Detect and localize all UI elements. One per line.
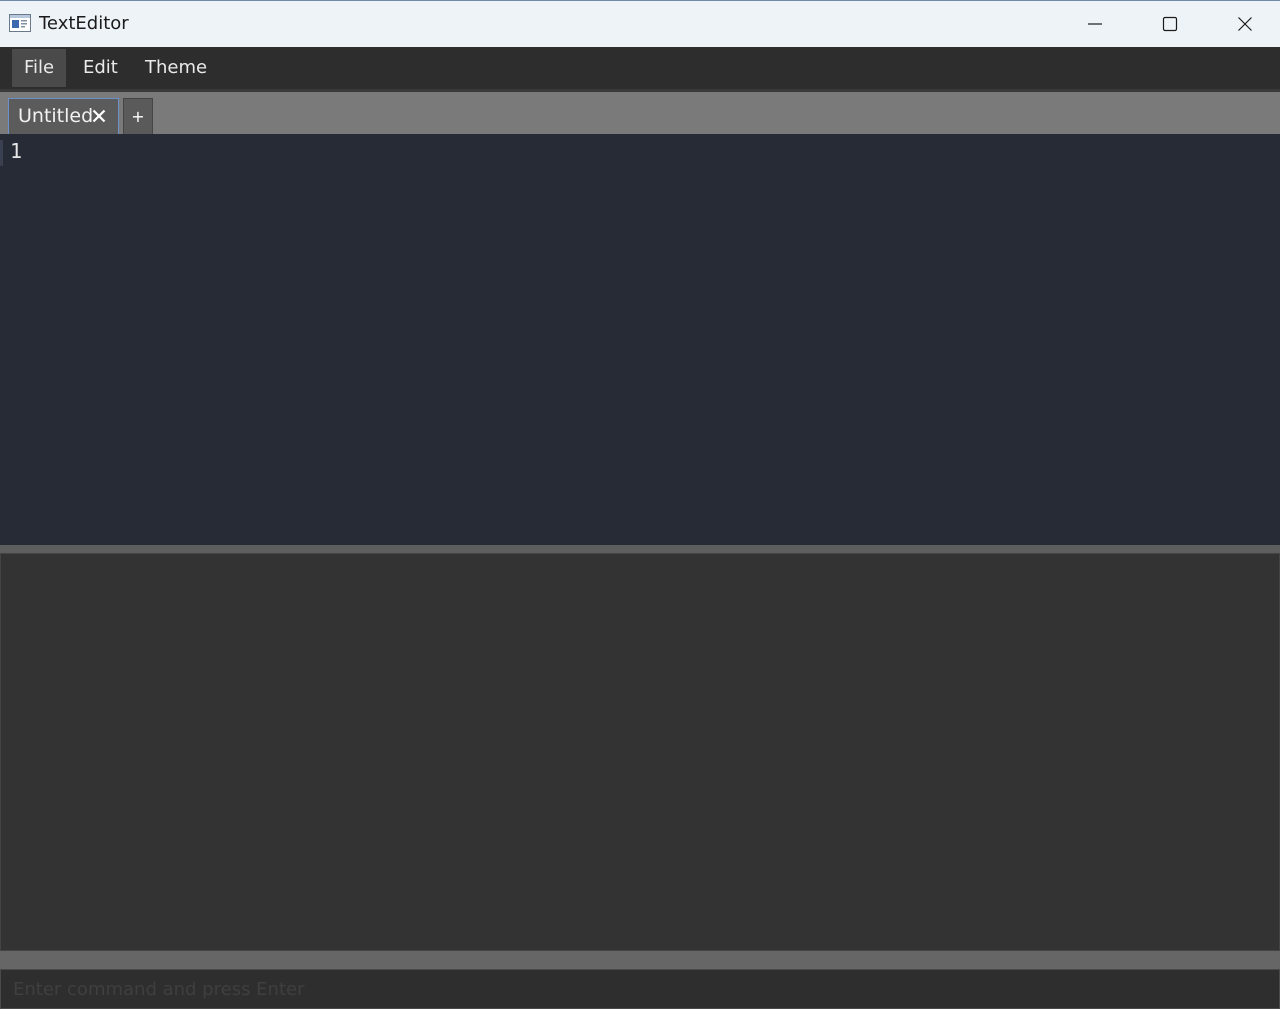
close-icon[interactable] xyxy=(92,109,106,123)
minimize-button[interactable] xyxy=(1057,1,1132,47)
minimize-icon xyxy=(1087,23,1102,25)
title-bar: TextEditor xyxy=(0,0,1280,47)
add-tab-button[interactable]: + xyxy=(123,98,153,134)
text-editor-window: TextEditor File Edit Theme Untitled + 1 … xyxy=(0,0,1280,1009)
output-panel[interactable] xyxy=(0,553,1280,951)
tab-untitled[interactable]: Untitled xyxy=(8,98,119,134)
maximize-button[interactable] xyxy=(1132,1,1207,47)
tab-label: Untitled xyxy=(18,105,94,127)
menu-edit[interactable]: Edit xyxy=(71,49,130,87)
tab-strip: Untitled + xyxy=(0,92,1280,134)
cursor-line-marker xyxy=(0,140,3,166)
command-input[interactable] xyxy=(0,969,1280,1009)
app-window-icon xyxy=(9,14,31,32)
panel-splitter[interactable] xyxy=(0,545,1280,553)
maximize-icon xyxy=(1162,16,1177,32)
command-divider xyxy=(0,951,1280,969)
editor-area[interactable]: 1 xyxy=(0,134,1280,545)
close-window-button[interactable] xyxy=(1207,1,1280,47)
close-icon xyxy=(1237,17,1252,31)
menu-file[interactable]: File xyxy=(12,49,66,87)
window-title: TextEditor xyxy=(39,13,129,34)
menu-theme[interactable]: Theme xyxy=(133,49,219,87)
line-number: 1 xyxy=(10,139,23,163)
menu-bar: File Edit Theme xyxy=(0,47,1280,89)
